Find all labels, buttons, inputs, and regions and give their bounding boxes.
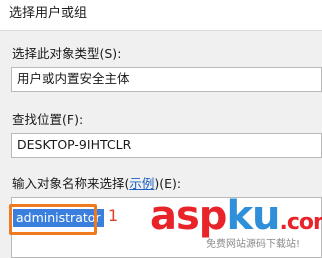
title-bar: 选择用户或组 — [0, 0, 322, 31]
window-title: 选择用户或组 — [9, 6, 88, 21]
object-names-label-suffix: )(E): — [154, 176, 182, 191]
watermark-part-b: ku — [226, 193, 280, 239]
location-field: DESKTOP-9IHTCLR — [11, 133, 322, 158]
annotation-highlight-box — [9, 204, 97, 235]
watermark-part-c: .com — [279, 210, 322, 235]
watermark-text: aspku.com — [150, 194, 322, 245]
object-names-label: 输入对象名称来选择(示例)(E): — [12, 176, 181, 192]
object-names-label-prefix: 输入对象名称来选择( — [12, 176, 130, 191]
location-label: 查找位置(F): — [12, 112, 84, 127]
object-type-value: 用户或内置安全主体 — [17, 71, 130, 86]
watermark-subtitle: 免费网站源码下载站! — [206, 239, 301, 250]
examples-link[interactable]: 示例 — [129, 176, 154, 191]
watermark-part-a: asp — [150, 193, 227, 239]
watermark-logo: aspku.com 免费网站源码下载站! — [150, 194, 322, 256]
object-type-label: 选择此对象类型(S): — [12, 46, 122, 61]
annotation-step-number: 1 — [108, 206, 119, 225]
object-type-field: 用户或内置安全主体 — [11, 67, 322, 92]
location-value: DESKTOP-9IHTCLR — [17, 137, 132, 152]
